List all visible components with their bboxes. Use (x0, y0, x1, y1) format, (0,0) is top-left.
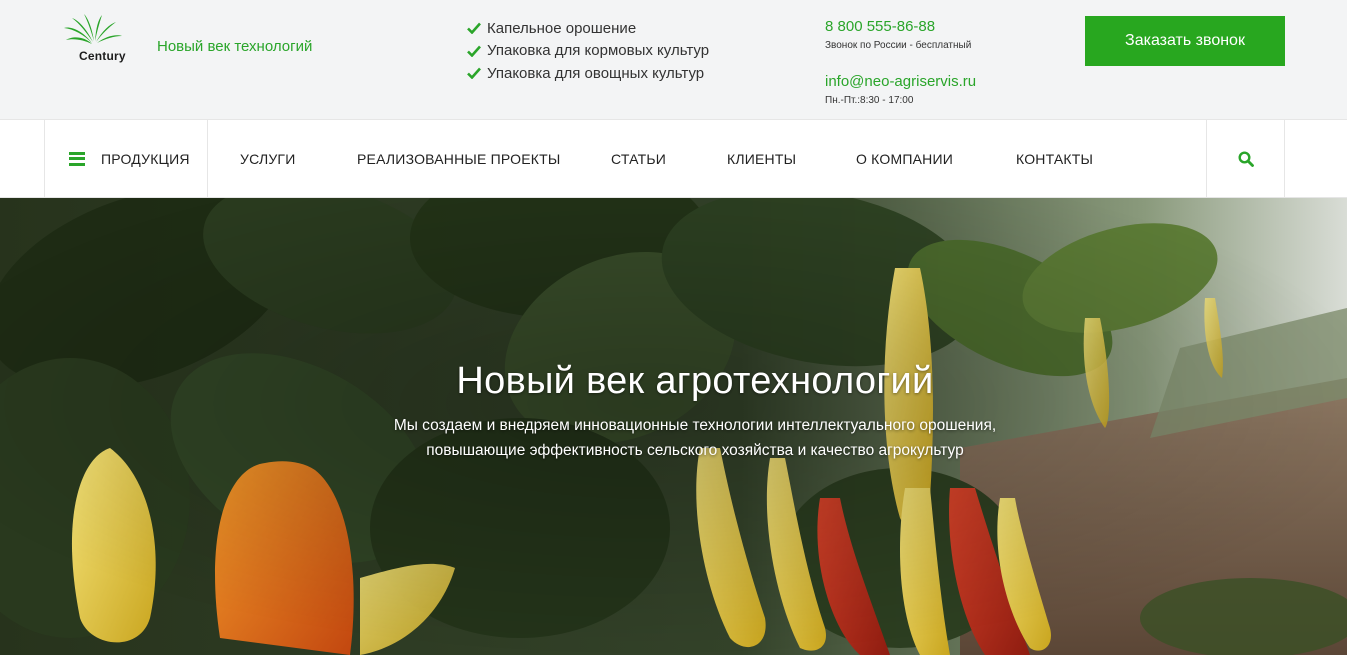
nav-item-contacts[interactable]: КОНТАКТЫ (1016, 120, 1093, 197)
check-icon (467, 45, 481, 57)
search-icon (1237, 150, 1254, 167)
nav-item-articles[interactable]: СТАТЬИ (611, 120, 666, 197)
nav-item-about[interactable]: О КОМПАНИИ (856, 120, 953, 197)
order-call-button[interactable]: Заказать звонок (1085, 16, 1285, 66)
hero-title: Новый век агротехнологий (456, 360, 934, 402)
top-header: Century Новый век технологий Капельное о… (0, 0, 1347, 119)
check-icon (467, 67, 481, 80)
main-nav: ПРОДУКЦИЯ УСЛУГИ РЕАЛИЗОВАННЫЕ ПРОЕКТЫ С… (0, 119, 1347, 198)
check-icon (467, 22, 481, 35)
phone-link[interactable]: 8 800 555-86-88 (825, 17, 976, 37)
feature-item: Упаковка для кормовых культур (467, 40, 709, 63)
feature-item: Капельное орошение (467, 17, 709, 40)
feature-label: Капельное орошение (487, 19, 637, 37)
search-button[interactable] (1206, 120, 1285, 197)
hero-banner: Новый век агротехнологий Мы создаем и вн… (0, 198, 1347, 655)
nav-products-label: ПРОДУКЦИЯ (101, 150, 190, 167)
feature-label: Упаковка для кормовых культур (487, 42, 710, 60)
nav-item-services[interactable]: УСЛУГИ (240, 120, 295, 197)
logo-leaves-icon (64, 14, 122, 44)
brand-tagline: Новый век технологий (157, 38, 313, 55)
logo-text: Century (79, 49, 126, 63)
nav-item-projects[interactable]: РЕАЛИЗОВАННЫЕ ПРОЕКТЫ (357, 120, 560, 197)
hero-subtitle-line: Мы создаем и внедряем инновационные техн… (393, 417, 997, 434)
contact-block: 8 800 555-86-88 Звонок по России - беспл… (825, 17, 976, 110)
feature-item: Упаковка для овощных культур (467, 62, 709, 85)
feature-list: Капельное орошение Упаковка для кормовых… (467, 17, 709, 85)
nav-products[interactable]: ПРОДУКЦИЯ (44, 120, 208, 197)
logo[interactable]: Century (62, 14, 134, 66)
nav-item-clients[interactable]: КЛИЕНТЫ (727, 120, 796, 197)
hero-subtitle: Мы создаем и внедряем инновационные техн… (0, 413, 1347, 463)
working-hours: Пн.-Пт.:8:30 - 17:00 (825, 95, 914, 106)
phone-note: Звонок по России - бесплатный (825, 40, 972, 51)
hero-subtitle-line: повышающие эффективность сельского хозяй… (426, 442, 964, 459)
hamburger-icon (69, 151, 85, 167)
email-link[interactable]: info@neo-agriservis.ru (825, 72, 976, 92)
feature-label: Упаковка для овощных культур (487, 64, 705, 82)
